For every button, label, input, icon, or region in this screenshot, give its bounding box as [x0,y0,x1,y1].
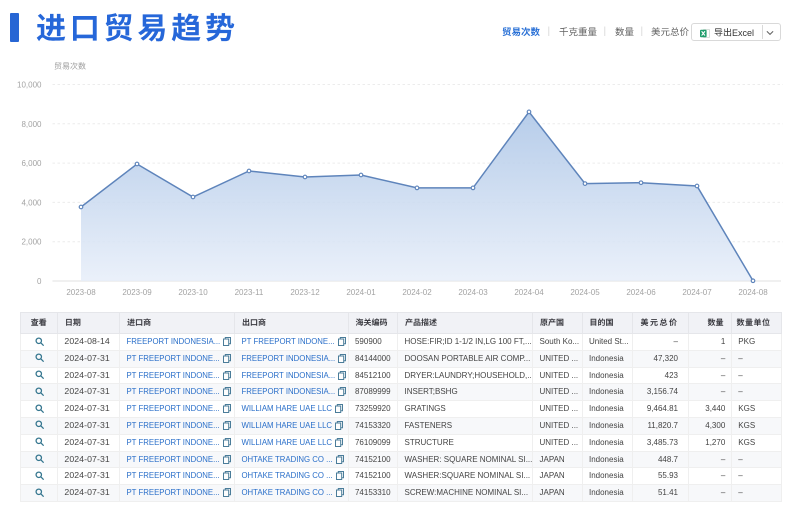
svg-text:0: 0 [37,277,42,286]
svg-text:2023-12: 2023-12 [290,288,320,297]
svg-text:2023-08: 2023-08 [66,288,96,297]
svg-text:2024-02: 2024-02 [402,288,432,297]
svg-text:2023-11: 2023-11 [235,288,264,297]
svg-text:8,000: 8,000 [21,120,42,129]
svg-text:2,000: 2,000 [21,238,42,247]
svg-text:2024-05: 2024-05 [570,288,600,297]
svg-text:2024-08: 2024-08 [738,288,768,297]
svg-text:2023-10: 2023-10 [178,288,208,297]
svg-text:2024-07: 2024-07 [682,288,712,297]
svg-text:2024-06: 2024-06 [626,288,656,297]
svg-text:2024-01: 2024-01 [346,288,376,297]
svg-text:4,000: 4,000 [21,198,42,207]
svg-text:2023-09: 2023-09 [122,288,152,297]
svg-text:6,000: 6,000 [21,159,42,168]
svg-text:2024-04: 2024-04 [514,288,544,297]
svg-text:10,000: 10,000 [17,81,42,90]
svg-text:2024-03: 2024-03 [458,288,488,297]
